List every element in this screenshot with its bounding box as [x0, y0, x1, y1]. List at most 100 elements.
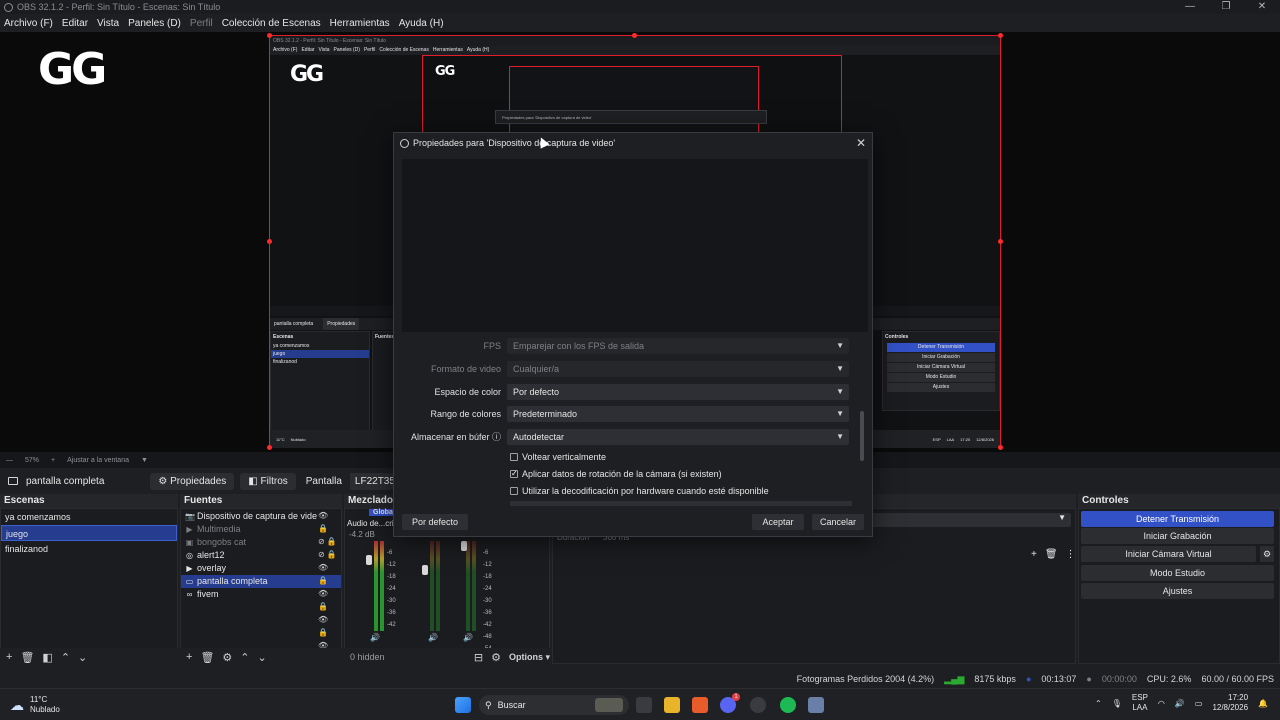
- menu-scene-collection[interactable]: Colección de Escenas: [222, 18, 321, 29]
- checkbox-box[interactable]: [510, 486, 518, 495]
- transform-handle[interactable]: [998, 445, 1003, 450]
- windows-start-icon[interactable]: [455, 697, 471, 713]
- microphone-icon[interactable]: 🎙: [1112, 699, 1122, 708]
- flip-vertical-checkbox[interactable]: Voltear verticalmente: [510, 449, 606, 464]
- start-recording-button[interactable]: Iniciar Grabación: [1081, 528, 1274, 544]
- scene-filters-icon[interactable]: ◧: [42, 651, 52, 664]
- ok-button[interactable]: Aceptar: [752, 514, 804, 530]
- chevron-down-icon[interactable]: ▼: [141, 457, 148, 464]
- transform-handle[interactable]: [267, 445, 272, 450]
- checkbox-box-checked[interactable]: ✓: [510, 469, 518, 478]
- menu-profile[interactable]: Perfil: [190, 18, 213, 29]
- color-range-select[interactable]: Predeterminado ▼: [507, 405, 849, 422]
- battery-icon[interactable]: ▭: [1195, 699, 1203, 708]
- brave-browser-icon[interactable]: [692, 697, 708, 713]
- task-view-icon[interactable]: [636, 697, 652, 713]
- spotify-icon[interactable]: [780, 697, 796, 713]
- buffering-select[interactable]: Autodetectar ▼: [507, 428, 849, 445]
- cancel-button[interactable]: Cancelar: [812, 514, 864, 530]
- remove-source-icon[interactable]: 🗑: [200, 651, 214, 664]
- defaults-button[interactable]: Por defecto: [402, 514, 468, 530]
- source-item[interactable]: ∞ fivem: [181, 588, 341, 601]
- color-space-select[interactable]: Por defecto ▼: [507, 383, 849, 400]
- add-transition-icon[interactable]: +: [1031, 549, 1037, 560]
- move-up-icon[interactable]: ⌃: [240, 651, 249, 664]
- source-item[interactable]: 📷 Dispositivo de captura de vide: [181, 510, 341, 523]
- context-filters-button[interactable]: ◧ Filtros: [240, 472, 296, 490]
- menu-help[interactable]: Ayuda (H): [399, 18, 444, 29]
- source-item[interactable]: ◎ alert12: [181, 549, 341, 562]
- source-settings-icon[interactable]: ⚙: [222, 651, 232, 664]
- maximize-button[interactable]: ❐: [1208, 0, 1244, 14]
- start-virtual-camera-button[interactable]: Iniciar Cámara Virtual: [1081, 546, 1256, 562]
- help-icon[interactable]: ⓘ: [489, 432, 501, 442]
- checkbox-box[interactable]: [510, 452, 518, 461]
- eye-off-icon[interactable]: ⊘ 🔒: [318, 548, 340, 561]
- menu-docks[interactable]: Paneles (D): [128, 18, 181, 29]
- speaker-icon[interactable]: 🔊: [428, 633, 438, 642]
- transform-handle[interactable]: [998, 33, 1003, 38]
- eye-icon[interactable]: 👁 🔒: [318, 509, 340, 535]
- taskbar-search[interactable]: ⚲ Buscar: [479, 695, 629, 715]
- zoom-fit-label[interactable]: Ajustar a la ventana: [67, 457, 129, 464]
- virtual-camera-gear-icon[interactable]: ⚙: [1260, 546, 1274, 562]
- obs-taskbar-icon[interactable]: [750, 697, 766, 713]
- remove-transition-icon[interactable]: 🗑: [1045, 549, 1058, 560]
- menu-view[interactable]: Vista: [97, 18, 119, 29]
- video-format-select[interactable]: Cualquier/a ▼: [507, 360, 849, 377]
- zoom-in-icon[interactable]: +: [51, 457, 55, 464]
- menu-tools[interactable]: Herramientas: [330, 18, 390, 29]
- more-icon[interactable]: ⋮: [1066, 549, 1076, 560]
- hw-decode-checkbox[interactable]: Utilizar la decodificación por hardware …: [510, 483, 769, 498]
- zoom-out-icon[interactable]: —: [6, 457, 13, 464]
- transform-handle[interactable]: [267, 239, 272, 244]
- transition-select[interactable]: ▼: [853, 513, 1071, 527]
- menu-file[interactable]: Archivo (F): [4, 18, 53, 29]
- settings-app-icon[interactable]: [808, 697, 824, 713]
- studio-mode-button[interactable]: Modo Estudio: [1081, 565, 1274, 581]
- eye-icon[interactable]: 👁 🔒: [318, 613, 340, 639]
- close-button[interactable]: ✕: [1244, 0, 1280, 14]
- move-down-icon[interactable]: ⌄: [258, 651, 267, 664]
- volume-fader[interactable]: [461, 541, 467, 551]
- add-source-icon[interactable]: +: [186, 651, 192, 663]
- move-down-icon[interactable]: ⌄: [78, 651, 87, 664]
- settings-button[interactable]: Ajustes: [1081, 583, 1274, 599]
- transform-handle[interactable]: [632, 33, 637, 38]
- scene-item[interactable]: juego: [1, 525, 177, 541]
- mixer-options-button[interactable]: Options ▾: [509, 652, 550, 663]
- context-properties-button[interactable]: ⚙ Propiedades: [150, 472, 235, 490]
- link-settings-icon[interactable]: ⚙: [491, 651, 501, 664]
- fps-select[interactable]: Emparejar con los FPS de salida ▼: [507, 337, 849, 354]
- volume-icon[interactable]: 🔊: [1175, 699, 1185, 708]
- speaker-icon[interactable]: 🔊: [463, 633, 473, 642]
- source-item[interactable]: ▶ Multimedia: [181, 523, 341, 536]
- source-item[interactable]: ▭ pantalla completa: [181, 575, 341, 588]
- weather-widget[interactable]: ☁ 11°C Nublado: [10, 695, 60, 715]
- close-icon[interactable]: ✕: [856, 136, 866, 150]
- remove-scene-icon[interactable]: 🗑: [20, 651, 34, 664]
- source-item[interactable]: ▣ bongobs cat: [181, 536, 341, 549]
- stop-streaming-button[interactable]: Detener Transmisión: [1081, 511, 1274, 527]
- add-scene-icon[interactable]: +: [6, 651, 12, 663]
- wifi-icon[interactable]: ◠: [1158, 699, 1165, 708]
- chevron-up-icon[interactable]: ⌃: [1095, 699, 1102, 708]
- eye-icon[interactable]: 👁 🔒: [318, 587, 340, 613]
- notification-bell-icon[interactable]: 🔔: [1258, 699, 1268, 708]
- layout-icon[interactable]: ⊟: [474, 651, 483, 664]
- source-item[interactable]: ▶ overlay: [181, 562, 341, 575]
- transform-handle[interactable]: [267, 33, 272, 38]
- move-up-icon[interactable]: ⌃: [61, 651, 70, 664]
- eye-off-icon[interactable]: ⊘ 🔒: [318, 535, 340, 548]
- transform-handle[interactable]: [998, 239, 1003, 244]
- minimize-button[interactable]: —: [1172, 0, 1208, 14]
- volume-fader[interactable]: [366, 555, 372, 565]
- menu-edit[interactable]: Editar: [62, 18, 88, 29]
- eye-icon[interactable]: 👁 🔒: [318, 561, 340, 587]
- dialog-scrollbar[interactable]: [860, 411, 864, 461]
- scene-item[interactable]: ya comenzamos: [1, 509, 177, 525]
- scene-item[interactable]: finalizanod: [1, 541, 177, 557]
- apply-rotation-checkbox[interactable]: ✓ Aplicar datos de rotación de la cámara…: [510, 466, 722, 481]
- volume-fader[interactable]: [422, 565, 428, 575]
- file-explorer-icon[interactable]: [664, 697, 680, 713]
